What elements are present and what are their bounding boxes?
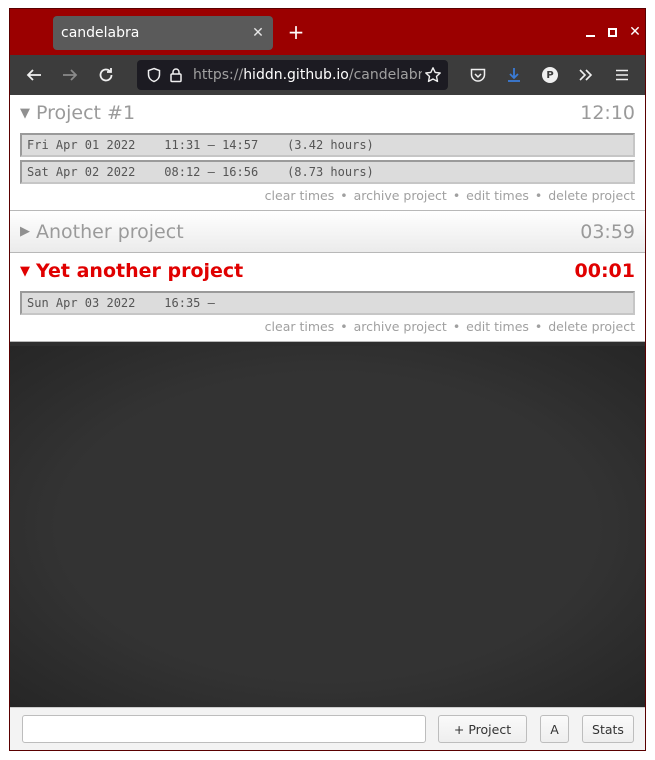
- project-name[interactable]: Project #1: [36, 102, 580, 124]
- separator: •: [340, 188, 348, 203]
- tab-candelabra[interactable]: candelabra ✕: [53, 16, 273, 50]
- delete-project-link[interactable]: delete project: [548, 319, 635, 334]
- nav-toolbar: https://hiddn.github.io/candelabra P: [10, 55, 645, 95]
- project-list: ▼ Project #1 12:10 Fri Apr 01 2022 11:31…: [10, 95, 645, 342]
- app-menu-button[interactable]: [608, 61, 636, 89]
- browser-window: candelabra ✕ + ✕ https://hiddn.github.io…: [9, 8, 646, 751]
- tab-strip: candelabra ✕ + ✕: [10, 9, 645, 55]
- lock-icon[interactable]: [165, 64, 187, 86]
- new-tab-button[interactable]: +: [284, 20, 308, 44]
- project-name[interactable]: Another project: [36, 221, 580, 243]
- project-header[interactable]: ▶ Another project 03:59: [10, 211, 645, 252]
- time-entry[interactable]: Sat Apr 02 2022 08:12 – 16:56 (8.73 hour…: [20, 160, 635, 184]
- menu-icon: [616, 69, 628, 81]
- back-icon: [26, 69, 41, 81]
- empty-area: [10, 346, 645, 708]
- overflow-icon: [579, 69, 593, 81]
- forward-button[interactable]: [56, 61, 84, 89]
- separator: •: [452, 188, 461, 203]
- project-header[interactable]: ▼ Yet another project 00:01: [10, 253, 645, 289]
- downloads-button[interactable]: [500, 61, 528, 89]
- project-actions: clear times • archive project • edit tim…: [10, 187, 645, 210]
- project-time: 03:59: [580, 220, 635, 243]
- add-project-button[interactable]: + Project: [438, 715, 527, 743]
- expanded-arrow-icon[interactable]: ▼: [20, 264, 36, 279]
- separator: •: [340, 319, 348, 334]
- clear-times-link[interactable]: clear times: [265, 319, 335, 334]
- url-bar[interactable]: https://hiddn.github.io/candelabra: [137, 60, 448, 90]
- download-icon: [508, 68, 520, 82]
- minimize-icon: [585, 35, 595, 37]
- reload-icon: [99, 68, 113, 82]
- project-item: ▼ Yet another project 00:01 Sun Apr 03 2…: [10, 253, 645, 342]
- collapsed-arrow-icon[interactable]: ▶: [20, 224, 36, 239]
- project-name[interactable]: Yet another project: [36, 260, 575, 282]
- archive-project-link[interactable]: archive project: [354, 188, 447, 203]
- pocket-button[interactable]: [464, 61, 492, 89]
- url-host: hiddn.github.io: [243, 67, 349, 83]
- edit-times-link[interactable]: edit times: [466, 188, 529, 203]
- stats-button[interactable]: Stats: [582, 715, 634, 743]
- time-entry[interactable]: Sun Apr 03 2022 16:35 –: [20, 291, 635, 315]
- project-item: ▶ Another project 03:59: [10, 211, 645, 253]
- back-button[interactable]: [20, 61, 48, 89]
- edit-times-link[interactable]: edit times: [466, 319, 529, 334]
- archive-project-link[interactable]: archive project: [354, 319, 447, 334]
- minimize-button[interactable]: [580, 22, 600, 42]
- time-entries: Fri Apr 01 2022 11:31 – 14:57 (3.42 hour…: [10, 131, 645, 184]
- separator: •: [452, 319, 461, 334]
- project-time: 12:10: [580, 102, 635, 124]
- bottom-bar: + Project A Stats: [10, 707, 645, 750]
- shield-icon[interactable]: [143, 64, 165, 86]
- url-text[interactable]: https://hiddn.github.io/candelabra: [187, 67, 422, 83]
- maximize-icon: [607, 27, 617, 37]
- maximize-button[interactable]: [602, 22, 622, 42]
- url-path: /candelabra: [348, 67, 422, 83]
- close-window-icon: ✕: [629, 24, 641, 40]
- close-tab-icon[interactable]: ✕: [247, 22, 269, 44]
- time-entry[interactable]: Fri Apr 01 2022 11:31 – 14:57 (3.42 hour…: [20, 133, 635, 157]
- project-header[interactable]: ▼ Project #1 12:10: [10, 95, 645, 131]
- expanded-arrow-icon[interactable]: ▼: [20, 106, 36, 121]
- separator: •: [534, 188, 543, 203]
- pocket-icon: [470, 68, 486, 82]
- project-time: 00:01: [574, 260, 635, 282]
- delete-project-link[interactable]: delete project: [548, 188, 635, 203]
- clear-times-link[interactable]: clear times: [265, 188, 335, 203]
- project-actions: clear times • archive project • edit tim…: [10, 318, 645, 341]
- overflow-button[interactable]: [572, 61, 600, 89]
- new-project-input[interactable]: [22, 715, 426, 743]
- separator: •: [534, 319, 543, 334]
- close-window-button[interactable]: ✕: [625, 22, 645, 42]
- tab-title: candelabra: [61, 25, 140, 41]
- reload-button[interactable]: [92, 61, 120, 89]
- profile-icon: P: [542, 67, 558, 83]
- url-scheme: https://: [193, 67, 244, 83]
- profile-button[interactable]: P: [536, 61, 564, 89]
- time-entries: Sun Apr 03 2022 16:35 –: [10, 289, 645, 315]
- project-item: ▼ Project #1 12:10 Fri Apr 01 2022 11:31…: [10, 95, 645, 211]
- star-icon[interactable]: [422, 64, 444, 86]
- a-button[interactable]: A: [540, 715, 569, 743]
- forward-icon: [63, 69, 78, 81]
